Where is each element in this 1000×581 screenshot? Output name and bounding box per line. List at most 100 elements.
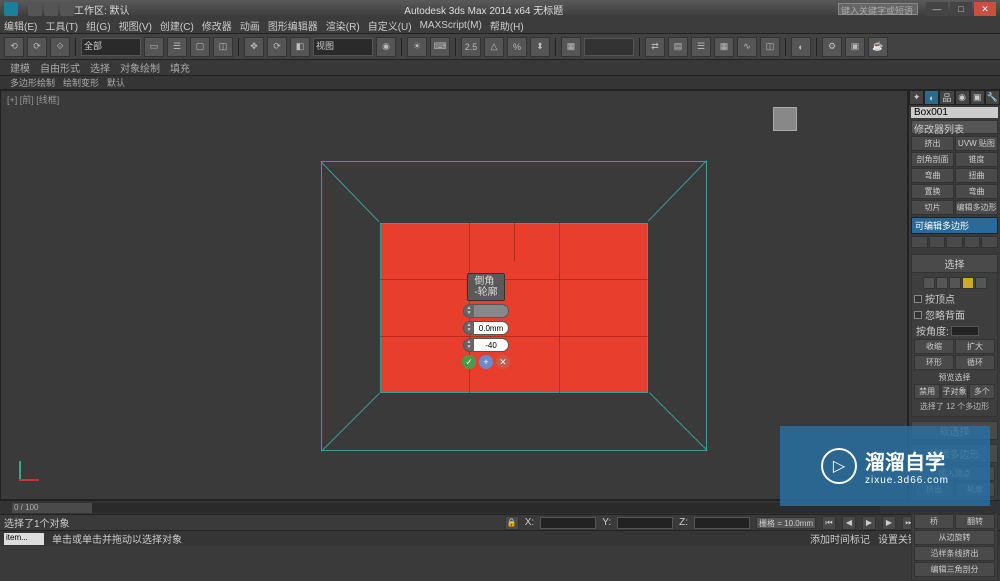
menu-script[interactable]: MAXScript(M): [420, 20, 482, 31]
render-icon[interactable]: ☕: [868, 37, 888, 57]
shrink-button[interactable]: 收缩: [914, 339, 954, 354]
hinge-button[interactable]: 从边旋转: [914, 530, 995, 545]
qat-redo-icon[interactable]: [44, 2, 58, 16]
workspace-label[interactable]: 工作区: 默认: [74, 2, 130, 17]
flip-button[interactable]: 翻转: [955, 514, 995, 529]
caddy-ok-button[interactable]: ✓: [462, 355, 476, 369]
remove-mod-icon[interactable]: [964, 236, 981, 248]
tool-unlink-icon[interactable]: ⟳: [27, 37, 47, 57]
time-range-label[interactable]: 0 / 100: [12, 503, 92, 513]
caddy-cancel-button[interactable]: ✕: [496, 355, 510, 369]
ribbon-selection[interactable]: 选择: [90, 60, 110, 75]
menu-create[interactable]: 创建(C): [160, 18, 194, 33]
tab-motion-icon[interactable]: ◉: [955, 90, 970, 105]
by-vertex-checkbox[interactable]: [914, 295, 922, 303]
tool-rotate-icon[interactable]: ⟳: [267, 37, 287, 57]
caddy-outline-input[interactable]: [474, 339, 508, 351]
viewcube-icon[interactable]: [773, 107, 797, 131]
play-prev-icon[interactable]: ◀: [842, 516, 856, 530]
tool-select-name-icon[interactable]: ☰: [167, 37, 187, 57]
curve-editor-icon[interactable]: ∿: [737, 37, 757, 57]
tool-pivot-icon[interactable]: ◉: [376, 37, 396, 57]
tool-bind-icon[interactable]: ⟐: [50, 37, 70, 57]
ribbon-objpaint[interactable]: 对象绘制: [120, 60, 160, 75]
mod-btn[interactable]: 锥度: [955, 152, 998, 167]
qat-undo-icon[interactable]: [28, 2, 42, 16]
tool-link-icon[interactable]: ⟲: [4, 37, 24, 57]
snap-toggle-button[interactable]: 2.5: [461, 37, 481, 57]
minimize-button[interactable]: —: [926, 2, 948, 16]
preview-multi-button[interactable]: 多个: [969, 384, 995, 399]
rollout-header[interactable]: 选择: [911, 254, 998, 273]
y-input[interactable]: [617, 517, 673, 529]
mod-btn[interactable]: 弯曲: [911, 168, 954, 183]
spinner-snap-icon[interactable]: ⬍: [530, 37, 550, 57]
ignore-backface-checkbox[interactable]: [914, 311, 922, 319]
viewport-label[interactable]: [+] [前] [线框]: [7, 93, 59, 106]
tab-modify-icon[interactable]: ◐: [924, 90, 939, 105]
render-frame-icon[interactable]: ▣: [845, 37, 865, 57]
pin-stack-icon[interactable]: [911, 236, 928, 248]
caddy-apply-button[interactable]: +: [479, 355, 493, 369]
tool-move-icon[interactable]: ✥: [244, 37, 264, 57]
panel-paintdeform[interactable]: 绘制变形: [63, 76, 99, 89]
object-name-input[interactable]: Box001: [911, 107, 998, 118]
add-time-tag[interactable]: 添加时间标记: [810, 531, 870, 546]
ribbon-freeform[interactable]: 自由形式: [40, 60, 80, 75]
caddy-height-input[interactable]: [474, 322, 508, 334]
tab-create-icon[interactable]: ✦: [909, 90, 924, 105]
tool-region-icon[interactable]: ▢: [190, 37, 210, 57]
so-vertex-icon[interactable]: [923, 277, 935, 289]
mod-btn[interactable]: UVW 贴图: [955, 136, 998, 151]
modifier-stack[interactable]: 可编辑多边形: [911, 217, 998, 234]
preview-off-button[interactable]: 禁用: [914, 384, 940, 399]
ribbon-modeling[interactable]: 建模: [10, 60, 30, 75]
caddy-type-spinner[interactable]: [463, 304, 509, 318]
ref-coord-dropdown[interactable]: 视图: [313, 38, 373, 56]
mod-btn[interactable]: 置换: [911, 184, 954, 199]
ribbon-populate[interactable]: 填充: [170, 60, 190, 75]
menu-custom[interactable]: 自定义(U): [368, 18, 412, 33]
tool-manip-icon[interactable]: ☀: [407, 37, 427, 57]
tool-keymode-icon[interactable]: ⌨: [430, 37, 450, 57]
so-element-icon[interactable]: [975, 277, 987, 289]
menu-render[interactable]: 渲染(R): [326, 18, 360, 33]
make-unique-icon[interactable]: [946, 236, 963, 248]
stack-item-editable-poly[interactable]: 可编辑多边形: [912, 218, 997, 233]
menu-graph[interactable]: 图形编辑器: [268, 18, 318, 33]
show-end-icon[interactable]: [929, 236, 946, 248]
mod-btn[interactable]: 剖角剖面: [911, 152, 954, 167]
x-input[interactable]: [540, 517, 596, 529]
so-border-icon[interactable]: [949, 277, 961, 289]
tool-scale-icon[interactable]: ◧: [290, 37, 310, 57]
help-search-input[interactable]: 键入关键字或短语: [838, 3, 918, 15]
tab-display-icon[interactable]: ▣: [970, 90, 985, 105]
panel-polydraw[interactable]: 多边形绘制: [10, 76, 55, 89]
close-button[interactable]: ✕: [974, 2, 996, 16]
material-editor-icon[interactable]: ◐: [791, 37, 811, 57]
schematic-icon[interactable]: ◫: [760, 37, 780, 57]
preview-sub-button[interactable]: 子对象: [941, 384, 967, 399]
play-start-icon[interactable]: ⏮: [822, 516, 836, 530]
qat-link-icon[interactable]: [60, 2, 74, 16]
mod-btn[interactable]: 挤出: [911, 136, 954, 151]
menu-modifier[interactable]: 修改器: [202, 18, 232, 33]
caddy-type-input[interactable]: [474, 305, 508, 317]
play-icon[interactable]: ▶: [862, 516, 876, 530]
percent-snap-icon[interactable]: %: [507, 37, 527, 57]
mod-btn[interactable]: 编辑多边形: [955, 200, 998, 215]
tab-hierarchy-icon[interactable]: 品: [939, 90, 954, 105]
caddy-outline-spinner[interactable]: [463, 338, 509, 352]
mirror-icon[interactable]: ⇄: [645, 37, 665, 57]
menu-group[interactable]: 组(G): [86, 18, 110, 33]
mod-btn[interactable]: 扭曲: [955, 168, 998, 183]
mod-btn[interactable]: 切片: [911, 200, 954, 215]
edit-tri-button[interactable]: 编辑三角剖分: [914, 562, 995, 577]
named-sel-dropdown[interactable]: [584, 38, 634, 56]
angle-snap-icon[interactable]: △: [484, 37, 504, 57]
named-sel-icon[interactable]: ▦: [561, 37, 581, 57]
maximize-button[interactable]: □: [950, 2, 972, 16]
selection-filter-dropdown[interactable]: 全部: [81, 38, 141, 56]
loop-button[interactable]: 循环: [955, 355, 995, 370]
ribbon-toggle-icon[interactable]: ▦: [714, 37, 734, 57]
